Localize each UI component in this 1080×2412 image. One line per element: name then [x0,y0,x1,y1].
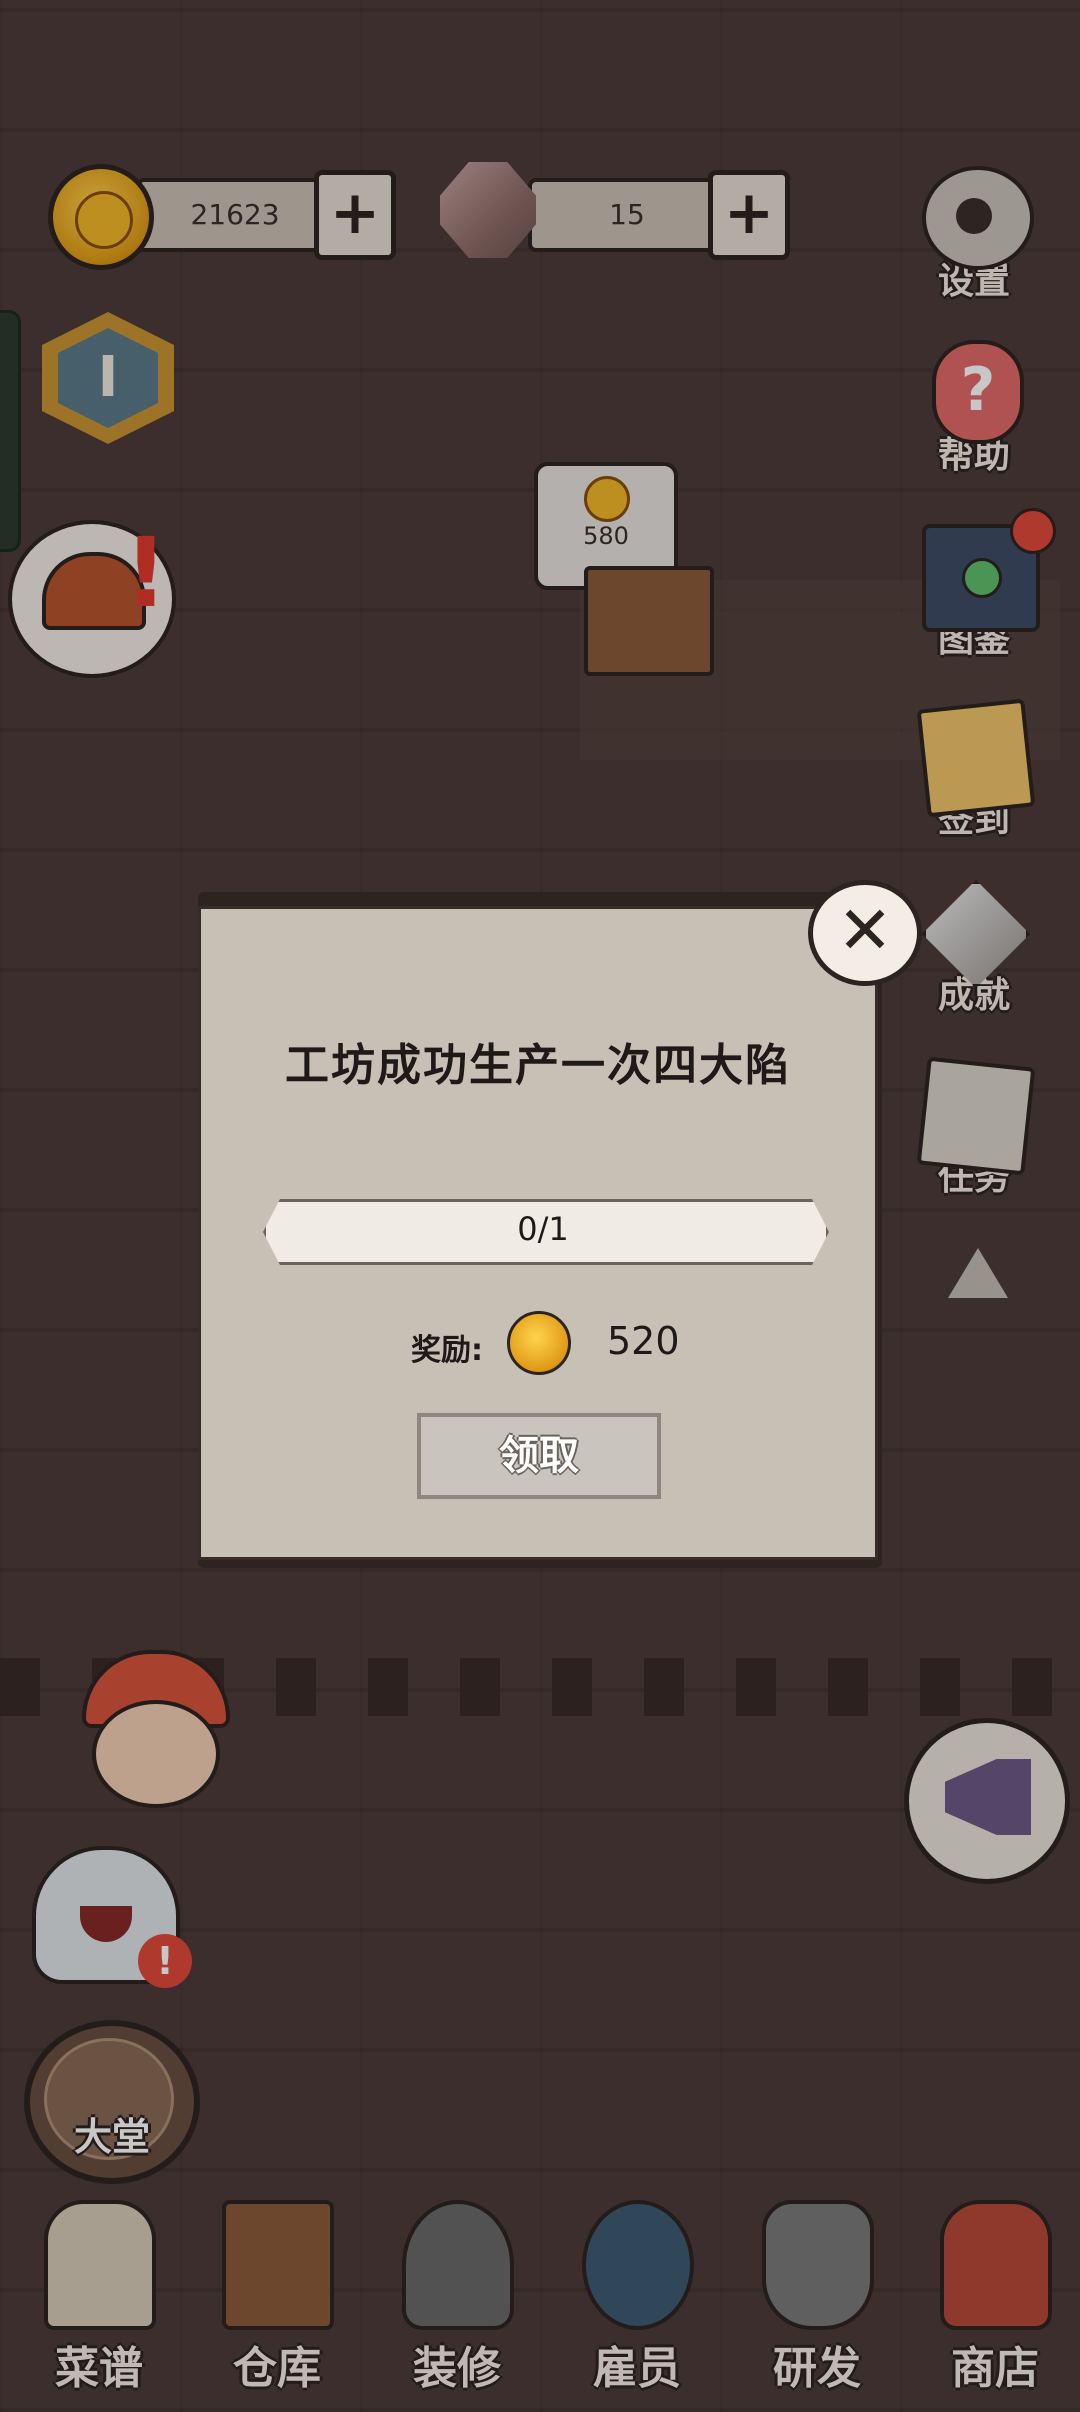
task-modal: 工坊成功生产一次四大陷 0/1 奖励: 520 领取 [198,906,878,1560]
claim-button[interactable]: 领取 [417,1413,661,1499]
coin-icon [507,1311,571,1375]
task-progress: 0/1 [263,1199,829,1265]
reward-value: 520 [607,1319,680,1363]
reward-label: 奖励: [411,1333,483,1368]
progress-text: 0/1 [517,1210,569,1248]
reward-row: 奖励: 520 [201,1309,875,1375]
modal-title: 工坊成功生产一次四大陷 [285,1040,791,1091]
close-icon[interactable]: ✕ [808,880,922,986]
